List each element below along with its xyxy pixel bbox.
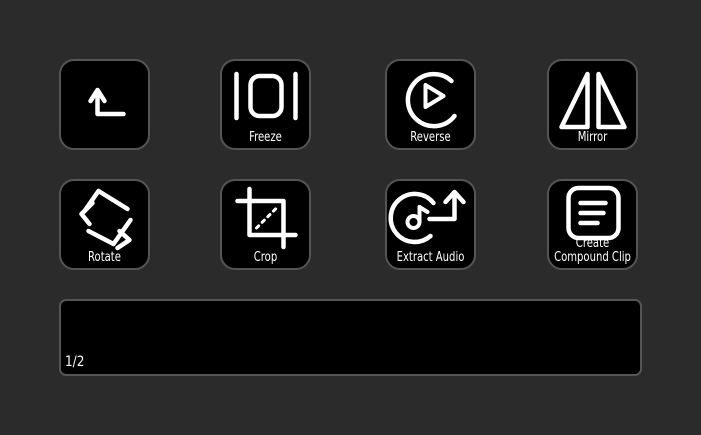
crop-label: Crop xyxy=(253,250,278,265)
mirror-label: Mirror xyxy=(577,130,608,145)
extract-audio-button[interactable]: Extract Audio xyxy=(385,179,476,270)
freeze-label: Freeze xyxy=(249,130,282,145)
create-compound-clip-label-line2: Compound Clip xyxy=(554,250,631,265)
extract-audio-label: Extract Audio xyxy=(396,250,465,265)
reverse-button[interactable]: Reverse xyxy=(385,59,476,150)
create-compound-clip-label: Create Compound Clip xyxy=(549,236,636,265)
mirror-button[interactable]: Mirror xyxy=(547,59,638,150)
touch-strip[interactable]: 1/2 xyxy=(59,299,642,376)
create-compound-clip-button[interactable]: Create Compound Clip xyxy=(547,179,638,270)
reverse-label: Reverse xyxy=(410,130,451,145)
create-compound-clip-label-line1: Create xyxy=(575,236,610,251)
crop-button[interactable]: Crop xyxy=(220,179,311,270)
back-arrow-icon xyxy=(87,87,126,117)
back-button[interactable] xyxy=(59,59,150,150)
freeze-button[interactable]: Freeze xyxy=(220,59,311,150)
rotate-label: Rotate xyxy=(88,250,121,265)
rotate-button[interactable]: Rotate xyxy=(59,179,150,270)
page-indicator: 1/2 xyxy=(65,354,85,370)
